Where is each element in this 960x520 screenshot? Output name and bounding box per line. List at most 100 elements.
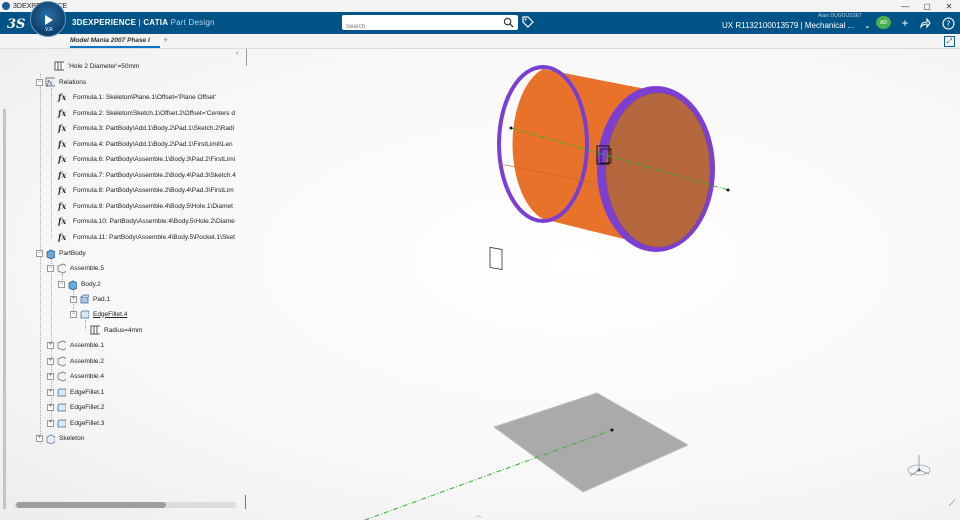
- assemble-icon: [56, 356, 66, 366]
- formula-icon: fx: [58, 170, 67, 180]
- search-box: [342, 15, 518, 35]
- tree-item-assemble5[interactable]: − Assemble.5: [47, 261, 104, 275]
- search-icon[interactable]: [503, 17, 514, 28]
- svg-text:3S: 3S: [7, 17, 25, 31]
- parameter-icon: [54, 61, 64, 71]
- tree-item-partbody[interactable]: − PartBody: [36, 246, 86, 260]
- plane-shadow[interactable]: [493, 392, 689, 493]
- tree-item-edgefillet3[interactable]: + EdgeFillet.3: [47, 416, 104, 430]
- compass-version: V.R: [45, 27, 53, 33]
- tree-item-edgefillet1[interactable]: + EdgeFillet.1: [47, 385, 104, 399]
- fullscreen-icon[interactable]: ⤢: [944, 36, 955, 47]
- tree-item-formula[interactable]: fx Formula.2: Skeleton\Sketch.1\Offset.2\…: [58, 106, 235, 120]
- add-icon[interactable]: +: [898, 16, 912, 30]
- search-input[interactable]: [342, 19, 492, 35]
- collapse-toggle[interactable]: −: [47, 264, 54, 272]
- brand-3dexperience: 3DEXPERIENCE: [72, 18, 137, 27]
- tree-item-formula[interactable]: fx Formula.3: PartBody\Add.1\Body.2\Pad.1…: [58, 121, 234, 135]
- expand-toggle[interactable]: +: [47, 372, 54, 380]
- resize-grip-icon[interactable]: ⟋: [949, 498, 955, 509]
- tab-bar: Model Mania 2007 Phase I + ⤢: [0, 34, 960, 49]
- tree-item-formula[interactable]: fx Formula.9: PartBody\Assemble.4\Body.5\…: [58, 199, 233, 213]
- tree-item-formula[interactable]: fx Formula.6: PartBody\Assemble.1\Body.3\…: [58, 152, 235, 166]
- robot-compass-icon[interactable]: [905, 452, 933, 480]
- tree-item-label: Relations: [59, 78, 87, 86]
- tree-item-label: PartBody: [59, 249, 86, 257]
- tree-vertical-scrollbar[interactable]: [3, 109, 6, 509]
- tree-item-label: EdgeFillet.2: [70, 403, 105, 411]
- tree-item-label: EdgeFillet.3: [70, 419, 105, 427]
- tree-item-label: Assemble.1: [70, 341, 104, 349]
- tree-item-edgefillet4[interactable]: − EdgeFillet.4: [70, 307, 127, 321]
- tree-item-label: Formula.6: PartBody\Assemble.1\Body.3\Pa…: [73, 155, 236, 163]
- tag-icon[interactable]: [522, 16, 534, 28]
- scrollbar-thumb[interactable]: [16, 502, 166, 508]
- collapse-toggle[interactable]: −: [36, 249, 43, 257]
- collapse-toggle[interactable]: −: [58, 280, 65, 288]
- tree-item-assemble2[interactable]: + Assemble.2: [47, 354, 104, 368]
- tree-item-label: Body.2: [81, 280, 101, 288]
- tree-item-radius[interactable]: Radius=4mm: [90, 323, 142, 337]
- collapse-toggle[interactable]: −: [70, 310, 77, 318]
- maximize-button[interactable]: ▢: [916, 0, 938, 12]
- expand-toggle[interactable]: +: [47, 341, 54, 349]
- chevron-up-icon[interactable]: ︿: [475, 510, 482, 520]
- product-id-label[interactable]: UX R1132100013579 | Mechanical ...: [722, 21, 854, 30]
- tree-item-assemble1[interactable]: + Assemble.1: [47, 338, 104, 352]
- tree-item-formula[interactable]: fx Formula.4: PartBody\Add.1\Body.2\Pad.1…: [58, 137, 233, 151]
- tab-model-mania[interactable]: Model Mania 2007 Phase I: [70, 34, 160, 48]
- share-icon[interactable]: [918, 16, 932, 30]
- expand-toggle[interactable]: +: [47, 357, 54, 365]
- ds-logo-icon[interactable]: 3S: [6, 15, 26, 32]
- tree-item-assemble4[interactable]: + Assemble.4: [47, 369, 104, 383]
- tree-item-label: Radius=4mm: [104, 326, 143, 334]
- tree-item-relations[interactable]: − fx Relations: [36, 75, 86, 89]
- tree-item-label: Formula.2: Skeleton\Sketch.1\Offset.2\Of…: [73, 109, 235, 117]
- collapse-toggle[interactable]: −: [36, 78, 43, 86]
- tree-item-label: Formula.1: Skeleton\Plane.1\Offset='Plan…: [73, 93, 216, 101]
- tree-connector: [85, 320, 86, 330]
- tree-item-hole2-diameter[interactable]: 'Hole 2 Diameter'=50mm: [54, 59, 139, 73]
- formula-icon: fx: [58, 201, 67, 211]
- minimize-button[interactable]: —: [894, 0, 916, 12]
- collapse-tree-icon[interactable]: ‹: [236, 50, 238, 57]
- parameter-icon: [90, 325, 100, 335]
- tree-item-label: EdgeFillet.4: [93, 310, 128, 318]
- expand-toggle[interactable]: +: [47, 388, 54, 396]
- tree-item-formula[interactable]: fx Formula.11: PartBody\Assemble.4\Body.5…: [58, 230, 235, 244]
- formula-icon: fx: [58, 154, 67, 164]
- user-name[interactable]: Alain DUGOUSSET: [818, 13, 862, 19]
- cylinder-part[interactable]: [489, 65, 715, 270]
- tree-item-formula[interactable]: fx Formula.10: PartBody\Assemble.4\Body.5…: [58, 214, 235, 228]
- tree-divider: [246, 49, 247, 66]
- tree-item-formula[interactable]: fx Formula.7: PartBody\Assemble.2\Body.4\…: [58, 168, 236, 182]
- expand-toggle[interactable]: +: [70, 295, 77, 303]
- compass-button[interactable]: V.R: [30, 1, 66, 37]
- formula-icon: fx: [58, 139, 67, 149]
- app-brand: 3DEXPERIENCE | CATIA Part Design: [72, 18, 215, 27]
- brand-catia: CATIA: [143, 18, 169, 27]
- tree-item-skeleton[interactable]: + Skeleton: [36, 431, 84, 445]
- tree-item-formula[interactable]: fx Formula.8: PartBody\Assemble.2\Body.4\…: [58, 183, 234, 197]
- expand-toggle[interactable]: +: [47, 419, 54, 427]
- close-button[interactable]: ✕: [938, 0, 960, 12]
- formula-icon: fx: [58, 92, 67, 102]
- expand-toggle[interactable]: +: [47, 403, 54, 411]
- relations-icon: fx: [45, 77, 55, 87]
- formula-icon: fx: [58, 185, 67, 195]
- tree-item-edgefillet2[interactable]: + EdgeFillet.2: [47, 400, 104, 414]
- skeleton-icon: [45, 433, 55, 444]
- expand-toggle[interactable]: +: [36, 434, 43, 442]
- tree-horizontal-scrollbar[interactable]: [14, 502, 236, 508]
- tree-item-formula[interactable]: fx Formula.1: Skeleton\Plane.1\Offset='Pl…: [58, 90, 216, 104]
- tree-item-body2[interactable]: − Body.2: [58, 277, 101, 291]
- tree-item-pad1[interactable]: + Pad.1: [70, 292, 110, 306]
- help-icon[interactable]: ?: [941, 16, 955, 30]
- tree-item-label: Formula.3: PartBody\Add.1\Body.2\Pad.1\S…: [73, 124, 235, 132]
- add-tab-button[interactable]: +: [163, 35, 168, 45]
- chevron-down-icon[interactable]: ⌄: [864, 21, 871, 30]
- avatar[interactable]: AD: [876, 16, 891, 29]
- tree-item-label: EdgeFillet.1: [70, 388, 105, 396]
- os-title-bar: 3DEXPERIENCE — ▢ ✕: [0, 0, 960, 12]
- tree-item-label: Pad.1: [93, 295, 110, 303]
